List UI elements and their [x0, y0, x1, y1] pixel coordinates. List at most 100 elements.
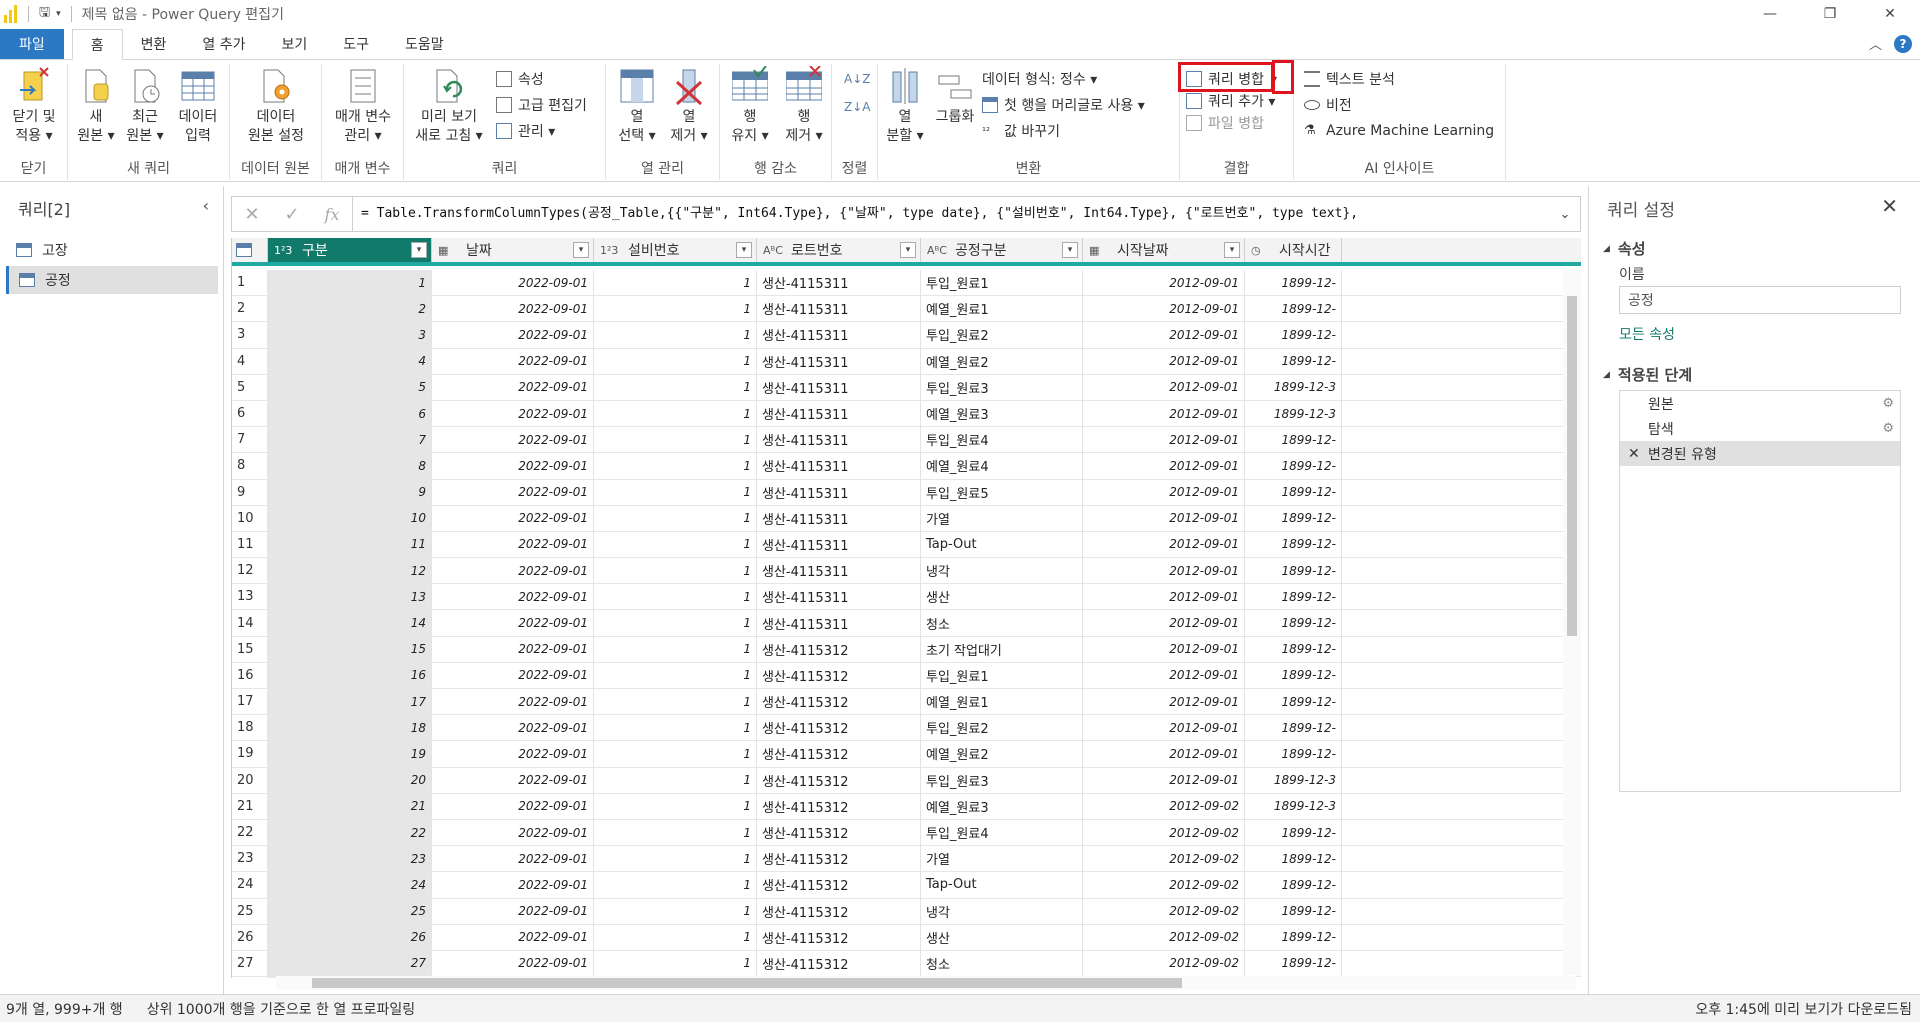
table-cell[interactable]: 청소: [921, 950, 1083, 977]
table-row[interactable]: 15 15 2022-09-01 1 생산-4115312 초기 작업대기 2012-09-…: [232, 636, 1581, 663]
table-row[interactable]: 11 11 2022-09-01 1 생산-4115311 Tap-Out 2012-09-…: [232, 531, 1581, 559]
query-name-input[interactable]: 공정: [1619, 286, 1901, 314]
append-queries-button[interactable]: 쿼리 추가 ▾: [1186, 90, 1275, 112]
table-cell[interactable]: 예열_원료3: [921, 400, 1083, 427]
table-cell[interactable]: 25: [268, 898, 432, 924]
table-cell[interactable]: 2012-09-01: [1083, 689, 1245, 715]
save-icon[interactable]: 🖫: [39, 3, 50, 25]
table-cell[interactable]: 생산: [921, 924, 1083, 950]
table-cell[interactable]: 1: [594, 584, 757, 610]
row-number[interactable]: 23: [232, 846, 268, 872]
table-cell[interactable]: 2022-09-01: [432, 374, 594, 400]
table-row[interactable]: 5 5 2022-09-01 1 생산-4115311 투입_원료3 2012-09-01 1…: [232, 374, 1581, 401]
row-number[interactable]: 13: [232, 584, 268, 610]
table-row[interactable]: 12 12 2022-09-01 1 생산-4115311 냉각 2012-09-01 189…: [232, 558, 1581, 585]
table-cell[interactable]: 1899-12-: [1245, 846, 1342, 872]
table-cell[interactable]: 1: [594, 950, 757, 977]
table-cell[interactable]: 18: [268, 715, 432, 741]
table-cell[interactable]: 생산-4115311: [757, 558, 921, 584]
row-number[interactable]: 15: [232, 636, 268, 662]
table-cell[interactable]: 예열_원료1: [921, 296, 1083, 322]
table-cell[interactable]: 1: [594, 610, 757, 636]
row-number[interactable]: 18: [232, 715, 268, 741]
table-cell[interactable]: 1899-12-: [1245, 872, 1342, 898]
table-cell[interactable]: 2022-09-01: [432, 924, 594, 950]
table-cell[interactable]: 생산-4115311: [757, 322, 921, 348]
table-cell[interactable]: 1: [594, 741, 757, 767]
table-cell[interactable]: 2022-09-01: [432, 819, 594, 846]
minimize-button[interactable]: —: [1740, 0, 1800, 28]
table-cell[interactable]: 1899-12-: [1245, 453, 1342, 479]
table-cell[interactable]: 1: [594, 400, 757, 427]
table-cell[interactable]: 1899-12-: [1245, 558, 1342, 584]
table-cell[interactable]: 1: [594, 715, 757, 741]
table-cell[interactable]: Tap-Out: [921, 531, 1083, 558]
table-row[interactable]: 25 25 2022-09-01 1 생산-4115312 냉각 2012-09-02 189…: [232, 898, 1581, 925]
close-window-button[interactable]: ✕: [1860, 0, 1920, 28]
table-cell[interactable]: 2012-09-02: [1083, 950, 1245, 977]
table-cell[interactable]: 생산-4115311: [757, 453, 921, 479]
table-cell[interactable]: 투입_원료3: [921, 767, 1083, 793]
table-cell[interactable]: 생산-4115312: [757, 950, 921, 977]
row-number[interactable]: 22: [232, 819, 268, 846]
status-profiling[interactable]: 상위 1000개 행을 기준으로 한 열 프로파일링: [147, 999, 415, 1019]
quick-access-dropdown-icon[interactable]: ▾: [56, 9, 61, 19]
restore-button[interactable]: ❐: [1800, 0, 1860, 28]
table-cell[interactable]: 생산-4115311: [757, 374, 921, 400]
table-cell[interactable]: 26: [268, 924, 432, 950]
table-cell[interactable]: 투입_원료3: [921, 374, 1083, 400]
table-cell[interactable]: 2: [268, 296, 432, 322]
table-cell[interactable]: 15: [268, 636, 432, 662]
sort-ascending-icon[interactable]: A↓Z: [844, 68, 870, 90]
column-type-icon[interactable]: ▦: [1089, 244, 1111, 257]
table-cell[interactable]: 투입_원료1: [921, 270, 1083, 296]
table-cell[interactable]: 2022-09-01: [432, 689, 594, 715]
table-cell[interactable]: 2012-09-01: [1083, 427, 1245, 453]
table-cell[interactable]: 1: [594, 662, 757, 688]
table-cell[interactable]: 1: [268, 270, 432, 296]
table-row[interactable]: 23 23 2022-09-01 1 생산-4115312 가열 2012-09-02 189…: [232, 846, 1581, 873]
table-cell[interactable]: 생산-4115312: [757, 636, 921, 662]
new-source-button[interactable]: 새 원본 ▾: [74, 66, 118, 146]
row-number[interactable]: 20: [232, 767, 268, 793]
table-cell[interactable]: 1899-12-: [1245, 689, 1342, 715]
row-number[interactable]: 3: [232, 322, 268, 348]
table-cell[interactable]: 2012-09-01: [1083, 296, 1245, 322]
table-cell[interactable]: 2022-09-01: [432, 348, 594, 374]
table-cell[interactable]: 2022-09-01: [432, 662, 594, 688]
table-cell[interactable]: 1: [594, 898, 757, 924]
collapse-ribbon-icon[interactable]: ︿: [1869, 34, 1882, 53]
table-cell[interactable]: 2012-09-02: [1083, 846, 1245, 872]
table-cell[interactable]: 생산-4115312: [757, 924, 921, 950]
table-cell[interactable]: 생산-4115311: [757, 296, 921, 322]
data-source-settings-button[interactable]: 데이터 원본 설정: [240, 66, 312, 146]
properties-button[interactable]: 속성: [496, 68, 544, 90]
table-cell[interactable]: 예열_원료1: [921, 689, 1083, 715]
table-cell[interactable]: 생산-4115311: [757, 505, 921, 531]
table-row[interactable]: 24 24 2022-09-01 1 생산-4115312 Tap-Out 2012-09-…: [232, 872, 1581, 899]
row-number[interactable]: 26: [232, 924, 268, 950]
formula-input[interactable]: = Table.TransformColumnTypes(공정_Table,{{…: [352, 197, 1550, 231]
table-cell[interactable]: 2012-09-01: [1083, 610, 1245, 636]
table-cell[interactable]: 2012-09-01: [1083, 584, 1245, 610]
table-cell[interactable]: 2022-09-01: [432, 400, 594, 427]
table-cell[interactable]: 21: [268, 793, 432, 819]
tab-tools[interactable]: 도구: [325, 29, 387, 59]
table-cell[interactable]: 1899-12-3: [1245, 793, 1342, 819]
table-cell[interactable]: 11: [268, 531, 432, 558]
table-cell[interactable]: 1: [594, 479, 757, 505]
table-cell[interactable]: 2022-09-01: [432, 636, 594, 662]
azure-ml-button[interactable]: ⚗ Azure Machine Learning: [1304, 120, 1494, 142]
collapse-pane-icon[interactable]: ‹: [203, 196, 209, 215]
table-cell[interactable]: 생산-4115312: [757, 819, 921, 846]
column-header[interactable]: AᴮC 공정구분 ▾: [921, 238, 1083, 262]
row-number[interactable]: 19: [232, 741, 268, 767]
table-cell[interactable]: 2012-09-01: [1083, 715, 1245, 741]
row-number[interactable]: 1: [232, 270, 268, 296]
group-by-button[interactable]: 그룹화: [930, 66, 980, 127]
close-pane-icon[interactable]: ✕: [1881, 194, 1898, 218]
table-cell[interactable]: 1899-12-: [1245, 662, 1342, 688]
text-analytics-button[interactable]: 텍스트 분석: [1304, 68, 1395, 90]
table-cell[interactable]: 생산-4115312: [757, 662, 921, 688]
table-cell[interactable]: 2022-09-01: [432, 846, 594, 872]
